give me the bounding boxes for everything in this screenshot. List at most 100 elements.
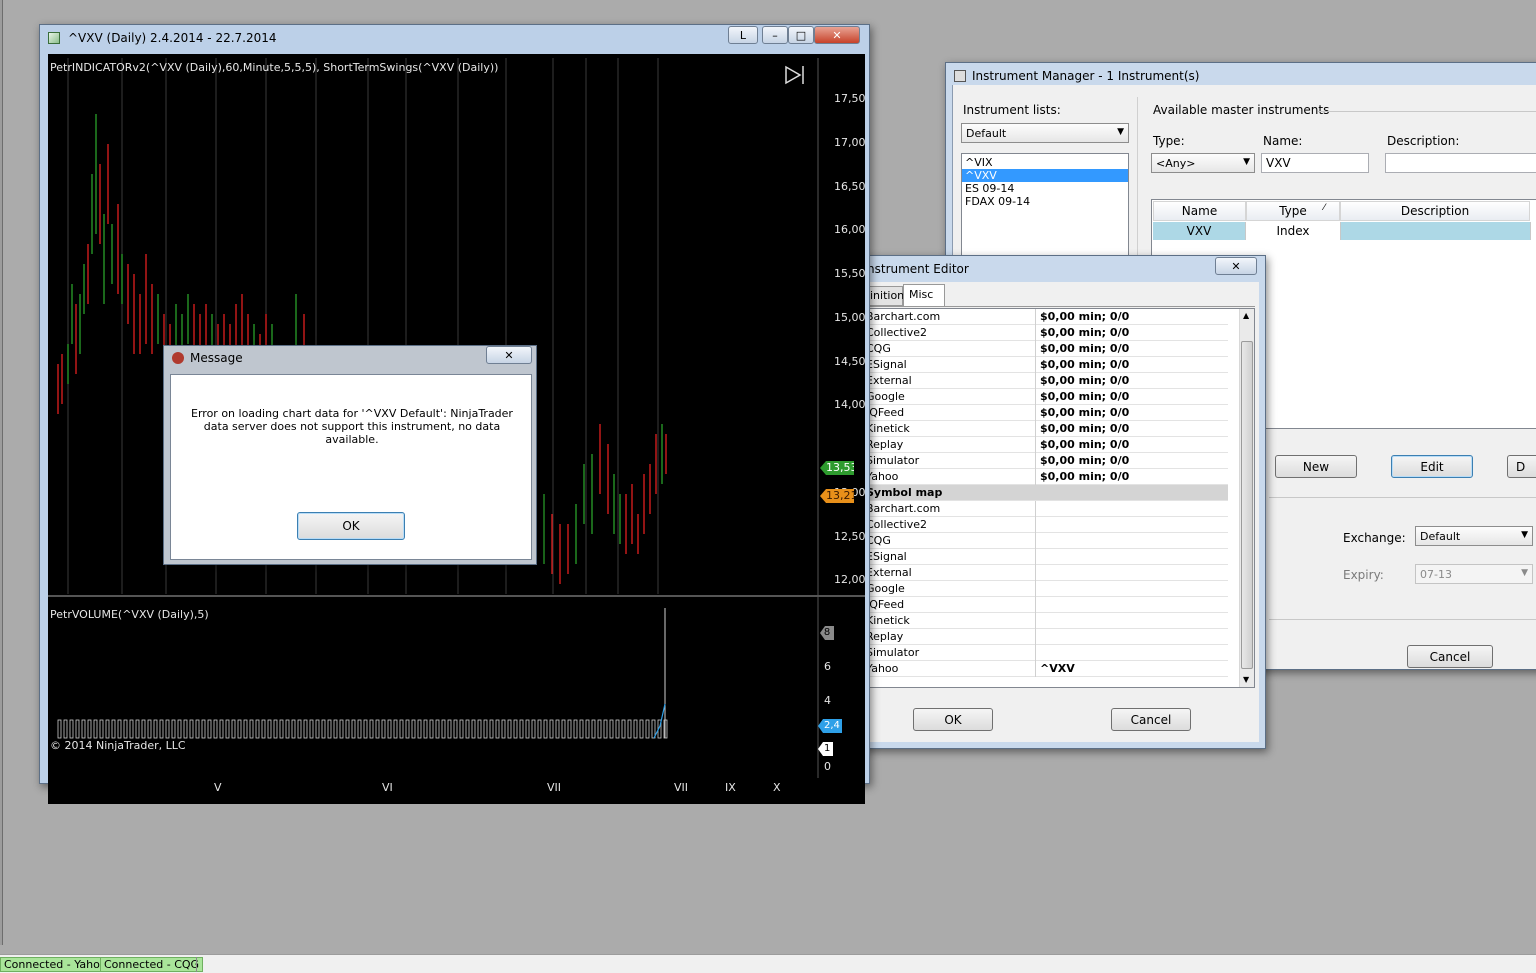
volume-bar xyxy=(405,719,410,739)
property-value[interactable]: $0,00 min; 0/0 xyxy=(1040,309,1129,324)
property-row[interactable]: Barchart.com $0,00 min; 0/0 xyxy=(864,309,1228,325)
scroll-down-icon[interactable]: ▼ xyxy=(1243,675,1249,684)
volume-bar xyxy=(255,719,260,739)
scrollbar[interactable]: ▲ ▼ xyxy=(1239,309,1254,687)
volume-bar xyxy=(273,719,278,739)
property-row[interactable]: IQFeed xyxy=(864,597,1228,613)
property-row[interactable]: Kinetick $0,00 min; 0/0 xyxy=(864,421,1228,437)
grid-header-type[interactable]: Type ⁄ xyxy=(1246,201,1340,221)
exchange-dropdown[interactable]: Default ▼ xyxy=(1415,526,1533,546)
volume-bar xyxy=(447,719,452,739)
property-value[interactable]: $0,00 min; 0/0 xyxy=(1040,405,1129,420)
ninjatrader-icon xyxy=(172,352,184,364)
name-input[interactable]: VXV xyxy=(1261,153,1369,173)
property-row[interactable]: Google $0,00 min; 0/0 xyxy=(864,389,1228,405)
swing-price-marker: 13,21 xyxy=(820,489,854,503)
property-row[interactable]: Yahoo ^VXV xyxy=(864,661,1228,677)
instrument-lists-label: Instrument lists: xyxy=(963,103,1061,117)
list-item[interactable]: ES 09-14 xyxy=(962,182,1128,195)
property-row[interactable]: Collective2 xyxy=(864,517,1228,533)
property-name: IQFeed xyxy=(864,597,1036,613)
scroll-up-icon[interactable]: ▲ xyxy=(1243,311,1249,320)
property-row[interactable]: External $0,00 min; 0/0 xyxy=(864,373,1228,389)
property-value[interactable]: ^VXV xyxy=(1040,661,1075,676)
property-row[interactable]: Simulator xyxy=(864,645,1228,661)
cancel-button[interactable]: Cancel xyxy=(1111,708,1191,731)
instrument-editor-title: nstrument Editor xyxy=(867,262,969,276)
property-row[interactable]: Simulator $0,00 min; 0/0 xyxy=(864,453,1228,469)
property-value[interactable]: $0,00 min; 0/0 xyxy=(1040,421,1129,436)
property-value[interactable]: $0,00 min; 0/0 xyxy=(1040,437,1129,452)
list-item[interactable]: FDAX 09-14 xyxy=(962,195,1128,208)
property-row[interactable]: Kinetick xyxy=(864,613,1228,629)
property-row[interactable]: Yahoo $0,00 min; 0/0 xyxy=(864,469,1228,485)
expiry-label: Expiry: xyxy=(1343,568,1384,582)
property-value[interactable]: $0,00 min; 0/0 xyxy=(1040,325,1129,340)
property-row[interactable]: ESignal $0,00 min; 0/0 xyxy=(864,357,1228,373)
property-row[interactable]: CQG xyxy=(864,533,1228,549)
property-value[interactable]: $0,00 min; 0/0 xyxy=(1040,373,1129,388)
ok-button[interactable]: OK xyxy=(297,512,405,540)
close-button[interactable]: ✕ xyxy=(814,26,860,44)
divider xyxy=(1269,497,1536,498)
volume-bar xyxy=(261,719,266,739)
property-value[interactable]: $0,00 min; 0/0 xyxy=(1040,469,1129,484)
maximize-button[interactable]: □ xyxy=(788,26,814,44)
message-titlebar[interactable]: Message xyxy=(164,346,536,370)
close-button[interactable]: ✕ xyxy=(486,346,532,364)
close-button[interactable]: ✕ xyxy=(1215,257,1257,275)
property-name: Replay xyxy=(864,437,1036,453)
volume-bar xyxy=(159,719,164,739)
volume-bar xyxy=(195,719,200,739)
property-row[interactable]: Collective2 $0,00 min; 0/0 xyxy=(864,325,1228,341)
connection-status-cqg[interactable]: Connected - CQG xyxy=(100,957,204,972)
property-value[interactable]: $0,00 min; 0/0 xyxy=(1040,453,1129,468)
volume-bar xyxy=(621,719,626,739)
link-button[interactable]: L xyxy=(728,26,758,44)
scroll-thumb[interactable] xyxy=(1241,341,1253,669)
volume-bar xyxy=(321,719,326,739)
property-grid[interactable]: Barchart.com $0,00 min; 0/0 Collective2 $0,… xyxy=(863,308,1255,688)
cancel-button[interactable]: Cancel xyxy=(1407,645,1493,668)
connection-status-yahoo[interactable]: Connected - Yahoo xyxy=(0,957,111,972)
property-row[interactable]: Replay $0,00 min; 0/0 xyxy=(864,437,1228,453)
exchange-label: Exchange: xyxy=(1343,531,1406,545)
ok-button[interactable]: OK xyxy=(913,708,993,731)
instrument-lists-dropdown[interactable]: Default ▼ xyxy=(961,123,1129,143)
price-tick: 12,50 xyxy=(834,530,866,543)
tab-misc[interactable]: Misc xyxy=(903,284,945,307)
delete-button-partial[interactable]: D xyxy=(1507,455,1536,478)
property-value[interactable]: $0,00 min; 0/0 xyxy=(1040,357,1129,372)
volume-tick: 4 xyxy=(824,694,831,707)
property-row[interactable]: CQG $0,00 min; 0/0 xyxy=(864,341,1228,357)
property-value[interactable]: $0,00 min; 0/0 xyxy=(1040,341,1129,356)
message-title: Message xyxy=(190,351,243,365)
expiry-dropdown[interactable]: 07-13 ▼ xyxy=(1415,564,1533,584)
property-row[interactable]: ESignal xyxy=(864,549,1228,565)
instrument-editor-titlebar[interactable]: nstrument Editor xyxy=(863,256,1265,282)
property-value[interactable]: $0,00 min; 0/0 xyxy=(1040,389,1129,404)
property-row[interactable]: Replay xyxy=(864,629,1228,645)
volume-bar xyxy=(369,719,374,739)
edit-button[interactable]: Edit xyxy=(1391,455,1473,478)
property-row[interactable]: Barchart.com xyxy=(864,501,1228,517)
property-name: Kinetick xyxy=(864,421,1036,437)
table-row[interactable]: VXV Index xyxy=(1153,222,1531,240)
property-row[interactable]: Google xyxy=(864,581,1228,597)
minimize-button[interactable]: – xyxy=(762,26,788,44)
skip-to-end-icon[interactable] xyxy=(785,65,804,85)
list-item[interactable]: ^VIX xyxy=(962,156,1128,169)
property-row[interactable]: IQFeed $0,00 min; 0/0 xyxy=(864,405,1228,421)
property-row[interactable]: External xyxy=(864,565,1228,581)
copyright-label: © 2014 NinjaTrader, LLC xyxy=(50,739,186,752)
type-label: Type: xyxy=(1153,134,1185,148)
price-tick: 17,50 xyxy=(834,92,866,105)
type-dropdown[interactable]: <Any> ▼ xyxy=(1151,153,1255,173)
grid-header-description[interactable]: Description xyxy=(1340,201,1530,221)
property-category-row[interactable]: Symbol map xyxy=(864,485,1228,501)
grid-header-name[interactable]: Name xyxy=(1153,201,1246,221)
tab-definition[interactable]: inition xyxy=(867,286,904,306)
description-input[interactable] xyxy=(1385,153,1536,173)
new-button[interactable]: New xyxy=(1275,455,1357,478)
list-item-selected[interactable]: ^VXV xyxy=(962,169,1128,182)
